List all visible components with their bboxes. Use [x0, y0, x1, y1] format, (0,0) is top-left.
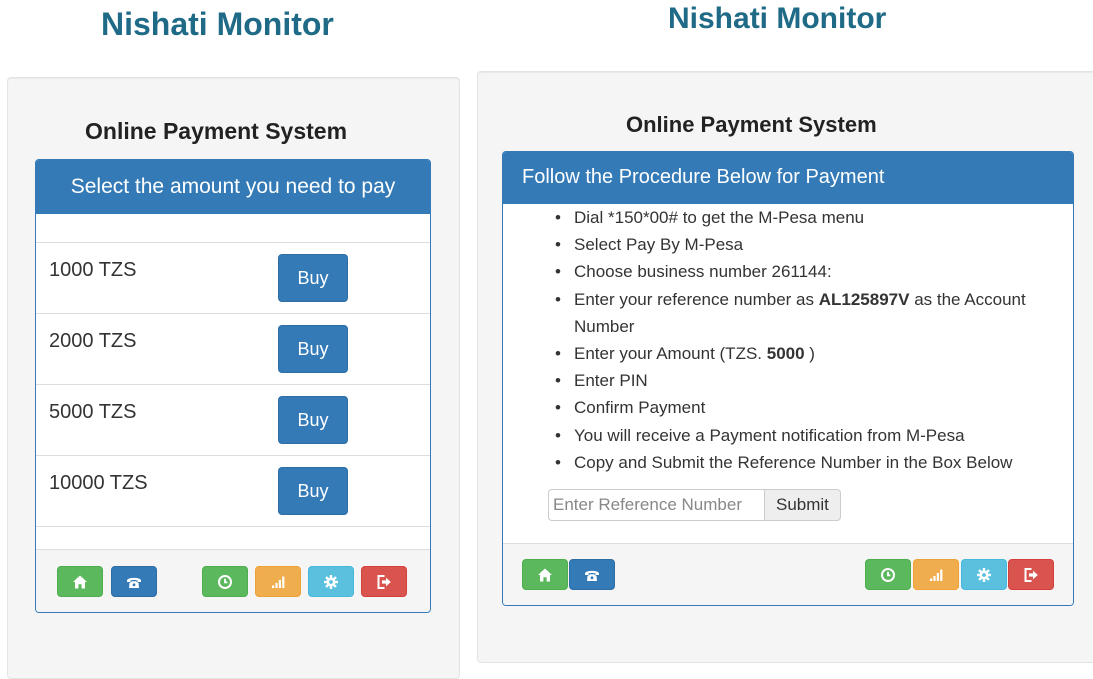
usage-button[interactable] — [255, 566, 301, 597]
history-button[interactable] — [202, 566, 248, 597]
list-item: Dial *150*00# to get the M-Pesa menu — [555, 204, 1054, 231]
home-icon — [72, 574, 88, 590]
instructions-panel: Follow the Procedure Below for Payment D… — [502, 151, 1074, 606]
settings-button[interactable] — [308, 566, 354, 597]
reference-number: AL125897V — [818, 289, 910, 309]
clock-icon — [880, 567, 896, 583]
usage-button[interactable] — [913, 559, 959, 590]
submit-button[interactable]: Submit — [764, 489, 841, 521]
buy-button[interactable]: Buy — [278, 467, 348, 515]
list-item: Confirm Payment — [555, 394, 1054, 421]
list-item: Enter your reference number as AL125897V… — [555, 286, 1054, 340]
amount-panel: Select the amount you need to pay 1000 T… — [35, 159, 431, 613]
page-subtitle: Online Payment System — [85, 118, 348, 144]
signal-icon — [928, 567, 944, 583]
home-button[interactable] — [522, 559, 568, 590]
logout-icon — [376, 574, 392, 590]
payment-steps: Dial *150*00# to get the M-Pesa menu Sel… — [503, 204, 1054, 476]
reference-form: Submit — [548, 489, 841, 521]
clock-icon — [217, 574, 233, 590]
list-item: Enter PIN — [555, 367, 1054, 394]
list-item: 5000 TZS Buy — [36, 384, 430, 455]
panel-heading: Follow the Procedure Below for Payment — [503, 152, 1073, 204]
list-item: Select Pay By M-Pesa — [555, 231, 1054, 258]
phone-icon — [126, 574, 142, 590]
panel-heading: Select the amount you need to pay — [36, 160, 430, 214]
phone-icon — [584, 567, 600, 583]
history-button[interactable] — [865, 559, 911, 590]
home-icon — [537, 567, 553, 583]
home-button[interactable] — [57, 566, 103, 597]
panel-footer — [503, 543, 1073, 605]
logout-button[interactable] — [361, 566, 407, 597]
reference-input[interactable] — [548, 489, 764, 521]
step-text: ) — [804, 344, 815, 364]
step-text: Enter your Amount (TZS. — [574, 344, 767, 364]
amount-list: 1000 TZS Buy 2000 TZS Buy 5000 TZS Buy 1… — [36, 242, 430, 527]
app-title: Nishati Monitor — [668, 2, 887, 35]
amount-value: 5000 — [766, 344, 805, 364]
list-item: You will receive a Payment notification … — [555, 422, 1054, 449]
signal-icon — [270, 574, 286, 590]
list-item: 2000 TZS Buy — [36, 313, 430, 384]
app-title: Nishati Monitor — [101, 6, 334, 42]
settings-button[interactable] — [961, 559, 1007, 590]
contact-button[interactable] — [569, 559, 615, 590]
page-subtitle: Online Payment System — [626, 112, 877, 137]
list-item: Enter your Amount (TZS. 5000 ) — [555, 340, 1054, 367]
logout-button[interactable] — [1008, 559, 1054, 590]
list-item: 1000 TZS Buy — [36, 242, 430, 313]
amount-label: 2000 TZS — [49, 330, 137, 352]
buy-button[interactable]: Buy — [278, 325, 348, 373]
gear-icon — [976, 567, 992, 583]
gear-icon — [323, 574, 339, 590]
amount-label: 10000 TZS — [49, 472, 148, 494]
panel-footer — [36, 549, 430, 612]
amount-label: 5000 TZS — [49, 401, 137, 423]
buy-button[interactable]: Buy — [278, 254, 348, 302]
buy-button[interactable]: Buy — [278, 396, 348, 444]
contact-button[interactable] — [111, 566, 157, 597]
list-item: 10000 TZS Buy — [36, 455, 430, 527]
list-item: Copy and Submit the Reference Number in … — [555, 449, 1054, 476]
list-item: Choose business number 261144: — [555, 258, 1054, 285]
step-text: Enter your reference number as — [574, 289, 819, 309]
logout-icon — [1023, 567, 1039, 583]
amount-label: 1000 TZS — [49, 259, 137, 281]
